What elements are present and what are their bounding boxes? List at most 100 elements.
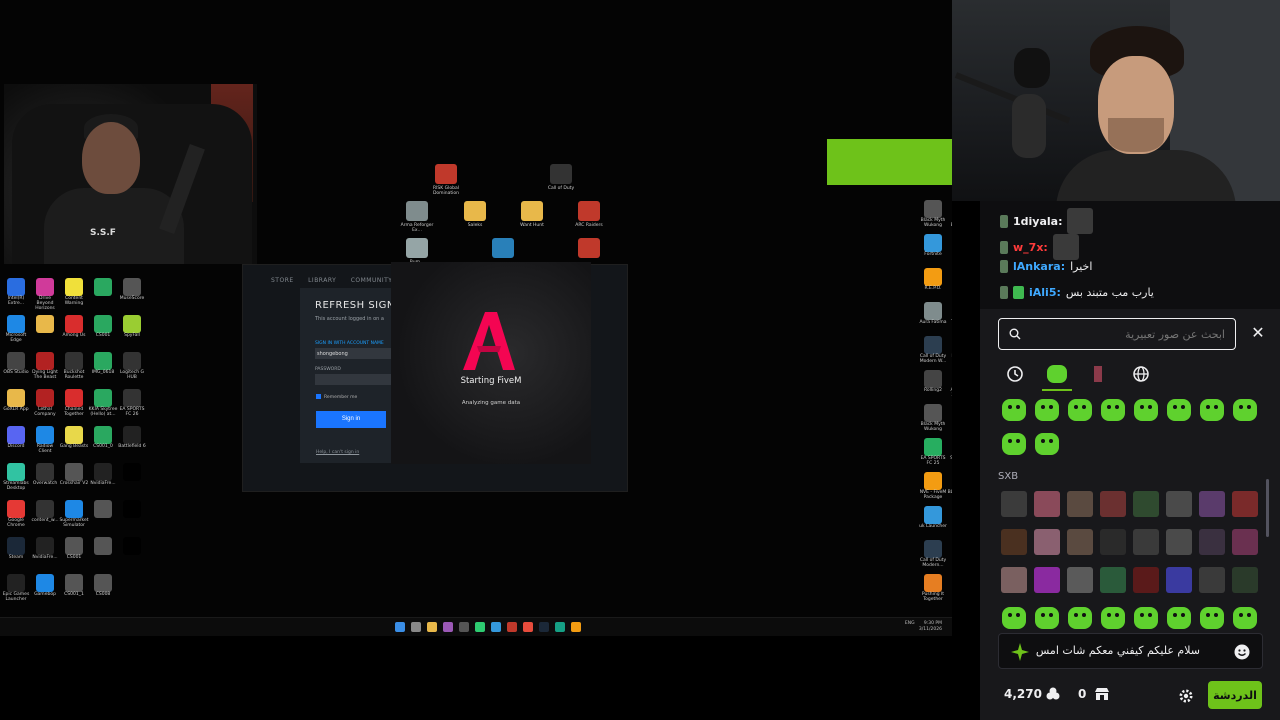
channel-emote[interactable] [1034,529,1060,555]
left-desktop-icon[interactable]: Streamlabs Desktop [1,463,31,492]
left-desktop-icon[interactable]: CS001 [59,537,89,561]
chrome-icon[interactable] [523,622,533,632]
channel-emote[interactable] [1001,567,1027,593]
channel-emote[interactable] [1167,399,1191,421]
system-tray[interactable]: ENG 9:30 PM 3/11/2026 [905,621,942,633]
channel-emote[interactable] [1232,529,1258,555]
left-desktop-icon[interactable]: CS001_0 [88,426,118,450]
left-desktop-icon[interactable]: Gamebop [30,574,60,598]
right-desktop-icon[interactable]: Arma Reforger [947,574,952,603]
folder-icon[interactable] [427,622,437,632]
right-desktop-icon[interactable]: SHOTBALL [947,438,952,462]
left-desktop-icon[interactable]: Google Chrome [1,500,31,529]
left-desktop-icon[interactable] [88,537,118,556]
chat-username[interactable]: iAli5: [1029,286,1061,299]
channel-emote[interactable] [1134,399,1158,421]
channel-emote[interactable] [1067,491,1093,517]
channel-emote[interactable] [1100,491,1126,517]
bits-emotes-tab[interactable] [1087,363,1109,385]
left-desktop-icon[interactable] [88,500,118,519]
channel-emote[interactable] [1034,491,1060,517]
channel-emote[interactable] [1002,433,1026,455]
store-button[interactable]: 0 [1078,687,1110,701]
remember-me-checkbox[interactable]: Remember me [316,394,357,400]
chat-input[interactable]: سلام عليكم كيفني معكم شات امس [998,633,1263,669]
left-desktop-icon[interactable]: Dying Light The Beast [30,352,60,381]
channel-emote[interactable] [1199,567,1225,593]
channel-emote[interactable] [1232,491,1258,517]
right-desktop-icon[interactable]: NVE - FiveM Package [918,472,948,501]
right-desktop-icon[interactable]: Liar's Bar [947,336,952,360]
app-icon[interactable] [571,622,581,632]
channel-emote[interactable] [1199,529,1225,555]
app-icon[interactable] [507,622,517,632]
channel-emote[interactable] [1232,567,1258,593]
right-desktop-icon[interactable]: EA SPORTS FC 25 [918,438,948,467]
channel-emote[interactable] [1166,529,1192,555]
nav-library[interactable]: LIBRARY [308,277,336,284]
close-picker-button[interactable]: ✕ [1248,323,1268,343]
left-desktop-icon[interactable]: SpyFall [117,315,147,339]
right-desktop-icon[interactable]: Call of Duty Modern W... [918,336,948,365]
left-desktop-icon[interactable]: Microsoft Edge [1,315,31,344]
app-icon[interactable] [491,622,501,632]
left-desktop-icon[interactable] [88,278,118,297]
left-desktop-icon[interactable]: Intel(R) Extre... [1,278,31,307]
nav-store[interactable]: STORE [271,277,294,284]
right-desktop-icon[interactable]: Call of Duty Modern... [918,540,948,569]
left-desktop-icon[interactable]: Epic Games Launcher [1,574,31,603]
center-desktop-icon[interactable]: ARC Raiders [569,201,609,228]
picker-scrollbar[interactable] [1266,479,1269,537]
stream-video[interactable]: S.S.F Intel(R) Extre... Drive Beyond Hori… [0,0,952,720]
center-desktop-icon[interactable] [569,238,609,260]
signin-button[interactable]: Sign in [316,411,386,428]
channel-emote[interactable] [1035,607,1059,629]
left-desktop-icon[interactable]: Overwatch [30,463,60,487]
left-desktop-icon[interactable]: Steam [1,537,31,561]
app-icon[interactable] [443,622,453,632]
center-desktop-icon[interactable]: Saleks [455,201,495,228]
channel-emote[interactable] [1200,607,1224,629]
channel-emote[interactable] [1166,491,1192,517]
channel-emote[interactable] [1200,399,1224,421]
channel-emote[interactable] [1101,399,1125,421]
left-desktop-icon[interactable]: OBS Studio [1,352,31,376]
channel-emote[interactable] [1001,529,1027,555]
left-desktop-icon[interactable]: Drive Beyond Horizons [30,278,60,312]
help-link[interactable]: Help, I can't sign in [316,450,359,455]
recent-emotes-tab[interactable] [1004,363,1026,385]
channel-emote[interactable] [1035,399,1059,421]
left-desktop-icon[interactable]: Supermarket Simulator [59,500,89,529]
left-desktop-icon[interactable] [117,463,147,482]
right-desktop-icon[interactable]: Among Us 3D Demo [947,370,953,399]
left-desktop-icon[interactable] [117,500,147,519]
center-desktop-icon[interactable]: Bum... [397,238,437,265]
right-desktop-icon[interactable]: Rolling2 [918,370,948,394]
right-desktop-icon[interactable]: Crash Bandicoot [947,200,952,229]
steam-icon[interactable] [539,622,549,632]
center-desktop-icon[interactable]: Call of Duty [541,164,581,191]
left-desktop-icon[interactable]: Content Warning [59,278,89,307]
chat-username[interactable]: w_7x: [1013,241,1048,254]
left-desktop-icon[interactable]: Discord [1,426,31,450]
left-desktop-icon[interactable]: Gang Beasts [59,426,89,450]
channel-emote[interactable] [1199,491,1225,517]
app-icon[interactable] [459,622,469,632]
emote-picker-icon[interactable] [1233,643,1251,661]
channel-emote[interactable] [1133,567,1159,593]
left-desktop-icon[interactable]: Logitech G HUB [117,352,147,381]
right-desktop-icon[interactable]: Arma 3 [947,506,952,530]
channel-emote[interactable] [1001,491,1027,517]
left-desktop-icon[interactable] [117,537,147,556]
left-desktop-icon[interactable]: Crosshair V2 [59,463,89,487]
right-desktop-icon[interactable]: Pummel Party [947,268,952,297]
password-field[interactable] [315,374,392,385]
channel-emote[interactable] [1233,607,1257,629]
account-field[interactable]: shongebong [315,348,392,359]
left-desktop-icon[interactable]: Buckshot Roulette [59,352,89,381]
left-desktop-icon[interactable]: Radiow Client [30,426,60,455]
center-desktop-icon[interactable]: RISK Global Domination [426,164,466,196]
channel-emote[interactable] [1100,529,1126,555]
channel-emote[interactable] [1067,529,1093,555]
nav-community[interactable]: COMMUNITY [351,277,393,284]
